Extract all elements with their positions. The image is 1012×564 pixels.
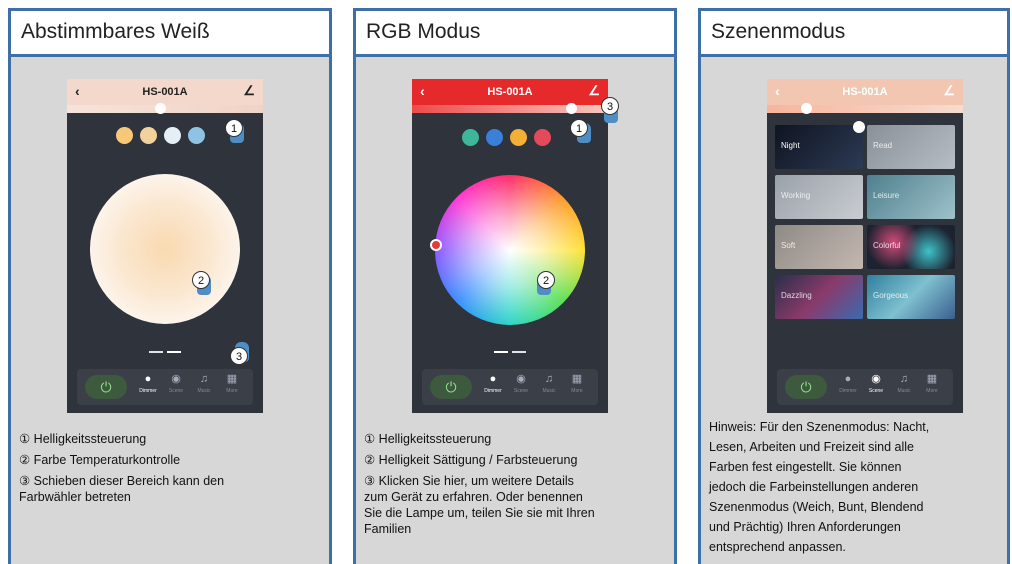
preset-blue-icon[interactable] [486,129,503,146]
phone-screen: ‹ HS-001A ∠ Night Read Working Leisure S… [767,79,963,413]
scene-note: Hinweis: Für den Szenenmodus: Nacht, Les… [709,420,930,554]
nav-more[interactable]: ▦ More [221,372,243,395]
panel-body: ‹ HS-001A ∠ ⏻ ● Dimmer ◉ Scene ♫ Music ▦ Mor… [356,57,674,564]
brightness-slider-knob[interactable] [155,103,166,114]
temperature-wheel[interactable] [90,174,240,324]
panel-scene-mode: Szenenmodus ‹ HS-001A ∠ Night Read Worki… [698,8,1010,564]
scene-icon: ◉ [516,373,526,385]
edit-icon[interactable]: ∠ [243,83,255,99]
brightness-slider[interactable] [767,105,963,113]
grid-icon: ▦ [571,373,583,385]
pager-indicator-active [494,351,508,353]
preset-yellow-icon[interactable] [510,129,527,146]
power-button[interactable]: ⏻ [85,375,127,399]
preset-neutral-icon[interactable] [140,127,157,144]
marker-2: 2 [192,271,210,289]
scene-tile-colorful[interactable]: Colorful [867,225,955,269]
marker-1: 1 [570,119,588,137]
bottom-nav: ⏻ ● Dimmer ◉ Scene ♫ Music ▦ More [777,369,953,405]
device-title: HS-001A [487,86,533,98]
nav-music[interactable]: ♫ Music [893,372,915,395]
scene-icon: ◉ [871,373,881,385]
pager-indicator-active [167,351,181,353]
caption-3: ③ Klicken Sie hier, um weitere Details z… [364,474,595,536]
brightness-slider[interactable] [412,105,608,113]
scene-tile-soft[interactable]: Soft [775,225,863,269]
bottom-nav: ⏻ ● Dimmer ◉ Scene ♫ Music ▦ More [77,369,253,405]
preset-cool-icon[interactable] [188,127,205,144]
panel-body: ‹ HS-001A ∠ Night Read Working Leisure S… [701,57,1007,564]
marker-2: 2 [537,271,555,289]
music-icon: ♫ [544,373,554,385]
preset-white-icon[interactable] [164,127,181,144]
nav-dimmer[interactable]: ● Dimmer [137,372,159,395]
scene-tile-gorgeous[interactable]: Gorgeous [867,275,955,319]
app-header: ‹ HS-001A ∠ [767,79,963,105]
scene-icon: ◉ [171,373,181,385]
panel-body: ‹ HS-001A ∠ ⏻ ● Dimmer ◉ Scene ♫ Music ▦ Mor… [11,57,329,564]
scene-tile-night[interactable]: Night [775,125,863,169]
back-icon[interactable]: ‹ [775,83,780,99]
preset-warm-icon[interactable] [116,127,133,144]
app-header: ‹ HS-001A ∠ [412,79,608,105]
marker-3: 3 [230,347,248,365]
nav-scene[interactable]: ◉ Scene [865,372,887,395]
panel-rgb-mode: RGB Modus ‹ HS-001A ∠ ⏻ ● Dimmer ◉ Scene ♫… [353,8,677,564]
scene-tile-dazzling[interactable]: Dazzling [775,275,863,319]
edit-icon[interactable]: ∠ [588,83,600,99]
power-button[interactable]: ⏻ [430,375,472,399]
caption-2: ② Farbe Temperaturkontrolle [19,453,181,467]
caption-1: ① Helligkeitssteuerung [364,432,492,446]
preset-green-icon[interactable] [462,129,479,146]
scene-tile-working[interactable]: Working [775,175,863,219]
grid-icon: ▦ [226,373,238,385]
app-header: ‹ HS-001A ∠ [67,79,263,105]
device-title: HS-001A [142,86,188,98]
nav-more[interactable]: ▦ More [566,372,588,395]
edit-scene-icon[interactable] [853,121,865,133]
bulb-icon: ● [489,373,497,385]
nav-more[interactable]: ▦ More [921,372,943,395]
bulb-icon: ● [844,373,852,385]
scene-tile-read[interactable]: Read [867,125,955,169]
power-button[interactable]: ⏻ [785,375,827,399]
nav-music[interactable]: ♫ Music [538,372,560,395]
caption-3: ③ Schieben dieser Bereich kann den Farbw… [19,474,225,504]
brightness-slider-knob[interactable] [566,103,577,114]
nav-dimmer[interactable]: ● Dimmer [482,372,504,395]
grid-icon: ▦ [926,373,938,385]
pager-indicator [149,351,163,353]
panel-title: Szenenmodus [701,11,1007,57]
panel-title: Abstimmbares Weiß [11,11,329,57]
device-title: HS-001A [842,86,888,98]
back-icon[interactable]: ‹ [75,83,80,99]
brightness-slider-knob[interactable] [801,103,812,114]
pager-indicator [512,351,526,353]
edit-icon[interactable]: ∠ [943,83,955,99]
nav-scene[interactable]: ◉ Scene [510,372,532,395]
color-wheel[interactable] [435,175,585,325]
music-icon: ♫ [199,373,209,385]
marker-1: 1 [225,119,243,137]
bottom-nav: ⏻ ● Dimmer ◉ Scene ♫ Music ▦ More [422,369,598,405]
nav-scene[interactable]: ◉ Scene [165,372,187,395]
music-icon: ♫ [899,373,909,385]
color-picker-handle[interactable] [430,239,442,251]
nav-music[interactable]: ♫ Music [193,372,215,395]
back-icon[interactable]: ‹ [420,83,425,99]
caption-1: ① Helligkeitssteuerung [19,432,147,446]
nav-dimmer[interactable]: ● Dimmer [837,372,859,395]
panel-title: RGB Modus [356,11,674,57]
caption-2: ② Helligkeit Sättigung / Farbsteuerung [364,453,578,467]
preset-red-icon[interactable] [534,129,551,146]
marker-3: 3 [601,97,619,115]
scene-tile-leisure[interactable]: Leisure [867,175,955,219]
panel-tunable-white: Abstimmbares Weiß ‹ HS-001A ∠ ⏻ ● Dimmer … [8,8,332,564]
bulb-icon: ● [144,373,152,385]
